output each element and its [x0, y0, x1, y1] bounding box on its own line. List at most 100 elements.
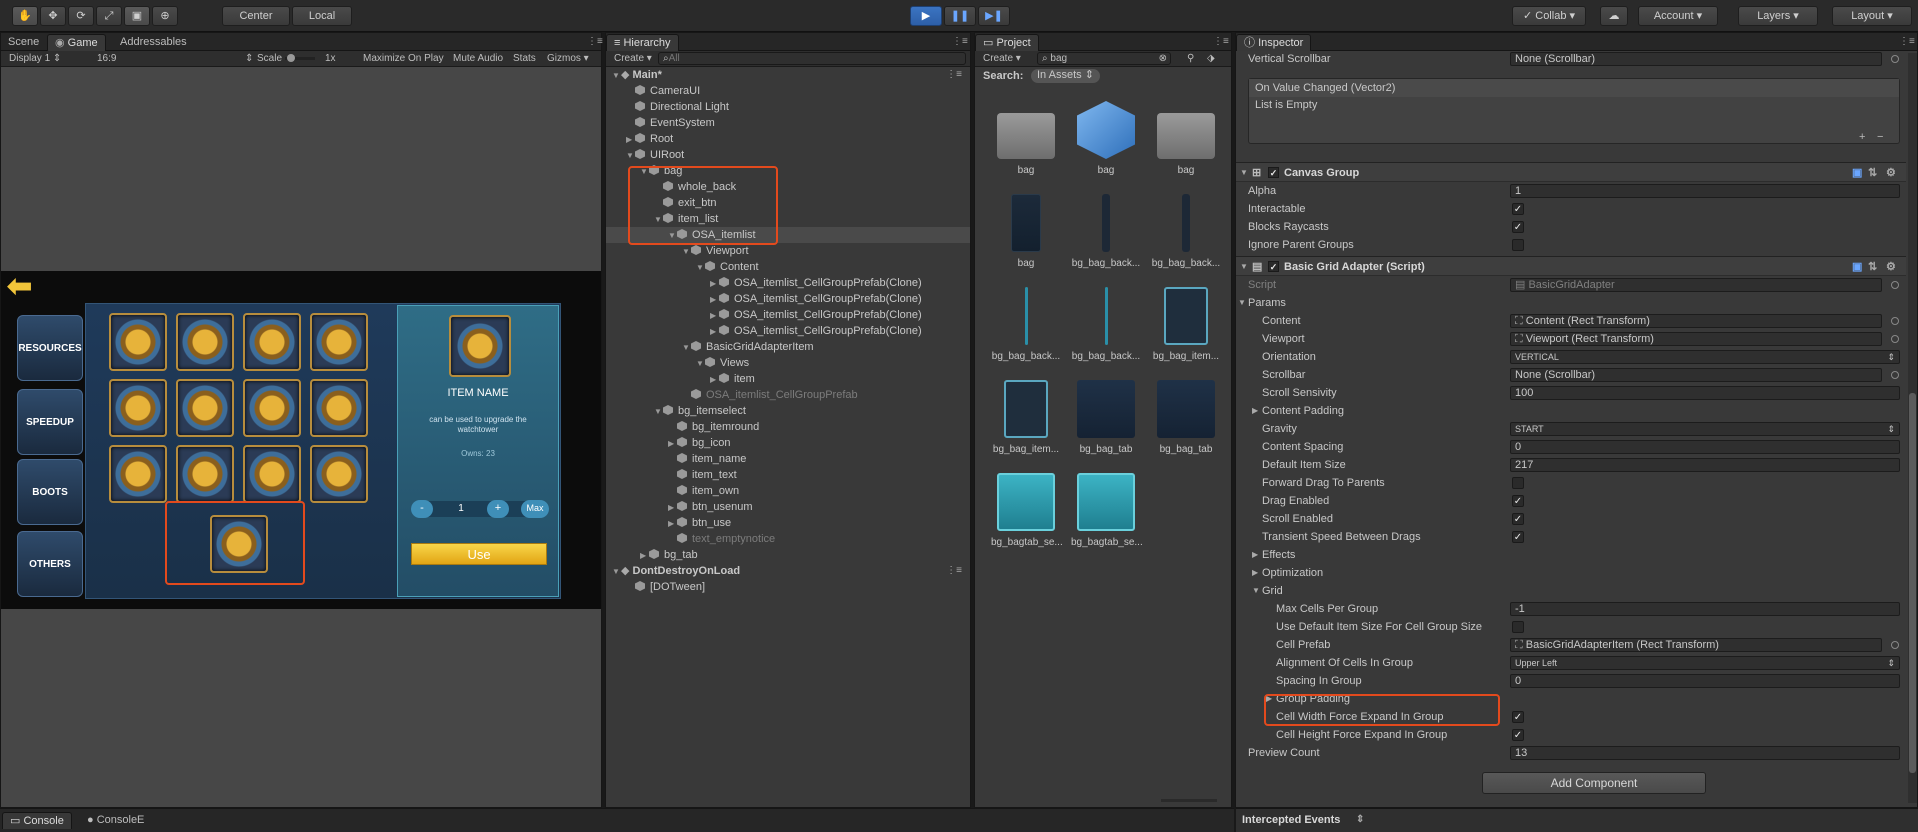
object-picker-icon[interactable]: [1891, 317, 1899, 325]
layers-dropdown[interactable]: Layers ▾: [1738, 6, 1818, 26]
fold-arrow-icon[interactable]: ▼: [696, 356, 705, 372]
tab-consolee[interactable]: ● ConsoleE: [80, 812, 151, 829]
fold-arrow-icon[interactable]: ▼: [626, 148, 635, 164]
value-field[interactable]: 100: [1510, 386, 1900, 400]
object-picker-icon[interactable]: [1891, 55, 1899, 63]
plus-button[interactable]: +: [487, 500, 509, 518]
value-field[interactable]: 13: [1510, 746, 1900, 760]
layout-dropdown[interactable]: Layout ▾: [1832, 6, 1912, 26]
property-row[interactable]: ▶ Optimization: [1236, 564, 1906, 582]
fold-arrow-icon[interactable]: ▼: [1238, 294, 1246, 312]
scene-row[interactable]: ▼◆ DontDestroyOnLoad ⋮≡: [606, 563, 970, 579]
fold-arrow-icon[interactable]: ▶: [1252, 546, 1258, 564]
collab-dropdown[interactable]: ✓ Collab ▾: [1512, 6, 1586, 26]
fold-arrow-icon[interactable]: ▼: [612, 564, 621, 580]
value-field[interactable]: 0: [1510, 674, 1900, 688]
enum-dropdown[interactable]: VERTICAL ⇕: [1510, 350, 1900, 364]
asset-item[interactable]: bag: [1151, 95, 1221, 176]
object-picker-icon[interactable]: [1891, 335, 1899, 343]
fold-arrow-icon[interactable]: ▼: [682, 244, 691, 260]
item-cell[interactable]: [243, 313, 301, 371]
panel-menu-icon[interactable]: ⋮≡: [952, 36, 968, 48]
use-button[interactable]: Use: [411, 543, 547, 565]
item-cell[interactable]: [176, 313, 234, 371]
tab-project[interactable]: ▭ Project: [975, 34, 1039, 51]
help-icon[interactable]: ▣: [1852, 163, 1862, 183]
hierarchy-row[interactable]: ▶ btn_use: [606, 515, 970, 531]
gizmos-dropdown[interactable]: Gizmos ▾: [547, 51, 589, 66]
checkbox[interactable]: [1512, 239, 1524, 251]
panel-menu-icon[interactable]: ⋮≡: [1213, 36, 1229, 48]
checkbox[interactable]: ✓: [1512, 221, 1524, 233]
inspector-scrollbar[interactable]: [1908, 53, 1917, 803]
fold-arrow-icon[interactable]: ▼: [1240, 163, 1248, 183]
asset-item[interactable]: bg_bag_item...: [991, 374, 1061, 455]
checkbox[interactable]: ✓: [1512, 495, 1524, 507]
asset-item[interactable]: bg_bag_tab: [1071, 374, 1141, 455]
scene-menu-icon[interactable]: ⋮≡: [946, 563, 962, 579]
filter-type-icon[interactable]: ⚲: [1187, 51, 1194, 66]
fold-arrow-icon[interactable]: ▶: [710, 276, 719, 292]
item-cell[interactable]: [310, 379, 368, 437]
component-enabled-checkbox[interactable]: ✓: [1268, 261, 1279, 272]
params-row[interactable]: ▼ Params: [1236, 294, 1906, 312]
item-cell[interactable]: [109, 445, 167, 503]
fold-arrow-icon[interactable]: ▶: [668, 500, 677, 516]
move-tool-button[interactable]: ✥: [40, 6, 66, 26]
minus-button[interactable]: -: [411, 500, 433, 518]
checkbox[interactable]: ✓: [1512, 513, 1524, 525]
hierarchy-row[interactable]: ▼ BasicGridAdapterItem: [606, 339, 970, 355]
scale-slider-knob[interactable]: [287, 54, 295, 62]
panel-menu-icon[interactable]: ⋮≡: [1899, 36, 1915, 48]
game-view[interactable]: ⬅ RESOURCES SPEEDUP BOOTS OTHERS ITEM NA…: [1, 271, 601, 609]
hierarchy-row[interactable]: ▶ OSA_itemlist_CellGroupPrefab(Clone): [606, 323, 970, 339]
value-field[interactable]: 217: [1510, 458, 1900, 472]
property-row[interactable]: ▶ Effects: [1236, 546, 1906, 564]
tab-game[interactable]: ◉ Game: [47, 34, 106, 51]
hierarchy-row[interactable]: bg_itemround: [606, 419, 970, 435]
checkbox[interactable]: [1512, 621, 1524, 633]
fold-arrow-icon[interactable]: ▶: [1252, 564, 1258, 582]
asset-item[interactable]: bg_bag_back...: [1071, 281, 1141, 362]
component-enabled-checkbox[interactable]: ✓: [1268, 167, 1279, 178]
item-cell[interactable]: [176, 445, 234, 503]
add-component-button[interactable]: Add Component: [1482, 772, 1706, 794]
tab-inspector[interactable]: ⓘ Inspector: [1236, 34, 1312, 51]
hierarchy-row[interactable]: ▶ Root: [606, 131, 970, 147]
stats-toggle[interactable]: Stats: [513, 51, 536, 66]
fold-arrow-icon[interactable]: ▼: [654, 404, 663, 420]
aspect-dropdown[interactable]: 16:9: [97, 51, 116, 66]
hierarchy-row[interactable]: ▶ bg_tab: [606, 547, 970, 563]
account-dropdown[interactable]: Account ▾: [1638, 6, 1718, 26]
hierarchy-row[interactable]: CameraUI: [606, 83, 970, 99]
vertical-scrollbar-field[interactable]: None (Scrollbar): [1510, 52, 1882, 66]
object-field[interactable]: ⛶ BasicGridAdapterItem (Rect Transform): [1510, 638, 1882, 652]
inspector-scrollbar-thumb[interactable]: [1909, 393, 1916, 773]
thumbnail-size-slider[interactable]: [1161, 799, 1217, 802]
asset-item[interactable]: bg_bag_back...: [1071, 188, 1141, 269]
fold-arrow-icon[interactable]: ▶: [626, 132, 635, 148]
asset-item[interactable]: bg_bag_tab: [1151, 374, 1221, 455]
hierarchy-row[interactable]: [DOTween]: [606, 579, 970, 595]
asset-item[interactable]: bg_bag_item...: [1151, 281, 1221, 362]
scene-row[interactable]: ▼◆ Main* ⋮≡: [606, 67, 970, 83]
hierarchy-row[interactable]: ▶ OSA_itemlist_CellGroupPrefab(Clone): [606, 291, 970, 307]
pause-button[interactable]: ❚❚: [944, 6, 976, 26]
checkbox[interactable]: ✓: [1512, 729, 1524, 741]
asset-item[interactable]: bag: [991, 95, 1061, 176]
back-arrow-icon[interactable]: ⬅: [7, 272, 47, 302]
fold-arrow-icon[interactable]: ▶: [710, 292, 719, 308]
gear-icon[interactable]: ⚙: [1886, 257, 1896, 277]
scale-tool-button[interactable]: ⤢: [96, 6, 122, 26]
sort-icon[interactable]: ⇕: [1356, 809, 1364, 831]
hierarchy-row[interactable]: ▼ Content: [606, 259, 970, 275]
play-button[interactable]: ▶: [910, 6, 942, 26]
event-add-button[interactable]: +: [1859, 131, 1871, 143]
tab-scene[interactable]: Scene: [1, 34, 46, 51]
tab-addressables[interactable]: Addressables: [113, 34, 194, 51]
object-picker-icon[interactable]: [1891, 641, 1899, 649]
maximize-on-play-toggle[interactable]: Maximize On Play: [363, 51, 444, 66]
clear-search-icon[interactable]: ⊗: [1159, 53, 1167, 64]
tab-console[interactable]: ▭ Console: [2, 812, 72, 829]
fold-arrow-icon[interactable]: ▶: [640, 548, 649, 564]
